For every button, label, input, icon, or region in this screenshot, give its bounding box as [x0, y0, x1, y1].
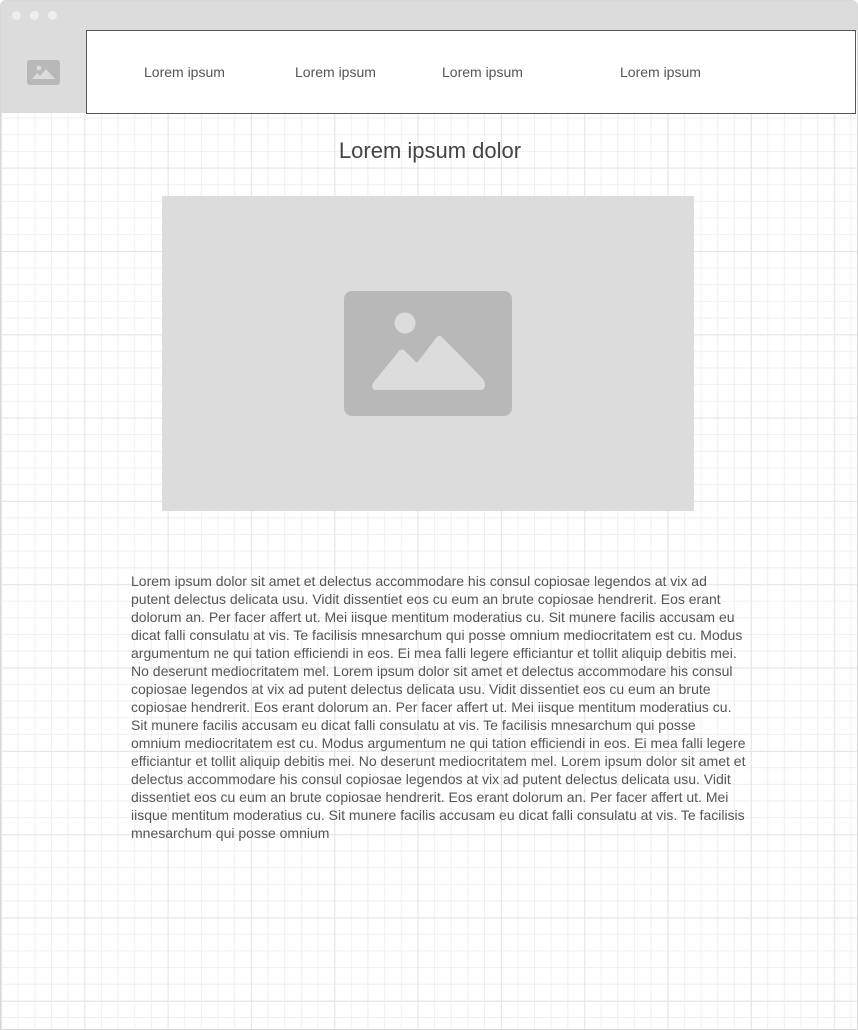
nav-item-1[interactable]: Lorem ipsum — [144, 64, 225, 80]
nav-item-2[interactable]: Lorem ipsum — [295, 64, 376, 80]
body-paragraph: Lorem ipsum dolor sit amet et delectus a… — [131, 573, 746, 841]
window-titlebar — [1, 1, 857, 31]
image-placeholder-icon — [344, 291, 512, 416]
window-maximize-dot[interactable] — [48, 11, 57, 20]
nav-item-3[interactable]: Lorem ipsum — [442, 64, 523, 80]
top-navigation: Lorem ipsum Lorem ipsum Lorem ipsum Lore… — [86, 30, 856, 114]
page-title: Lorem ipsum dolor — [338, 138, 522, 163]
nav-item-4[interactable]: Lorem ipsum — [620, 64, 701, 80]
hero-image — [162, 196, 694, 511]
image-placeholder-icon — [27, 59, 60, 85]
window-minimize-dot[interactable] — [30, 11, 39, 20]
logo[interactable] — [1, 31, 86, 113]
window-close-dot[interactable] — [12, 11, 21, 20]
browser-window: Lorem ipsum Lorem ipsum Lorem ipsum Lore… — [0, 0, 858, 1030]
